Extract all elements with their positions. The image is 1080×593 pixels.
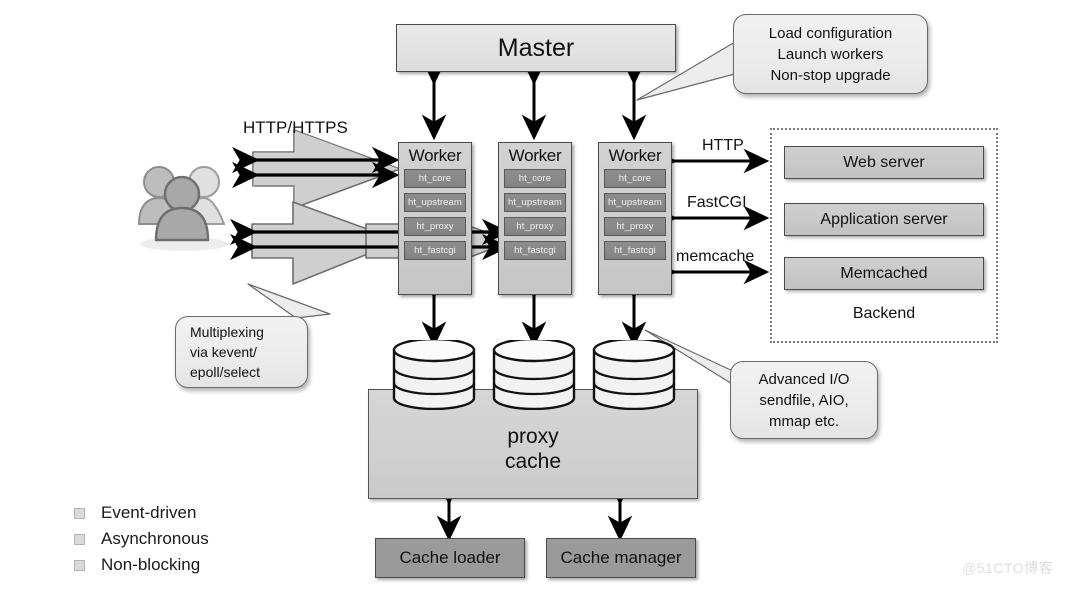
backend-web-server-label: Web server <box>843 153 925 171</box>
module-ht-proxy[interactable]: ht_proxy <box>604 217 666 236</box>
users-icon <box>137 166 228 251</box>
square-bullet-icon <box>74 533 85 545</box>
database-cylinder-icon <box>492 340 576 410</box>
database-cylinder-icon <box>592 340 676 410</box>
proxy-cache-label-line-2: cache <box>504 450 562 473</box>
multiplexing-callout-line-2: via kevent/ <box>190 344 257 360</box>
feature-item-event-driven: Event-driven <box>74 500 209 526</box>
worker-2-modules: ht_core ht_upstream ht_proxy ht_fastcgi <box>499 169 571 260</box>
client-worker-flow-top <box>252 129 403 210</box>
master-label: Master <box>497 33 575 62</box>
callout-mux-tail <box>247 283 331 319</box>
worker-process-3[interactable]: Worker ht_core ht_upstream ht_proxy ht_f… <box>598 142 672 295</box>
protocol-label-fastcgi: FastCGI <box>687 194 747 211</box>
diagram-canvas: Master Load configuration Launch workers… <box>0 0 1080 593</box>
feature-list: Event-driven Asynchronous Non-blocking <box>74 500 209 578</box>
protocol-label-http: HTTP <box>702 137 744 154</box>
cache-loader-box[interactable]: Cache loader <box>375 538 525 578</box>
client-worker-flow-bottom <box>251 201 513 285</box>
master-process-box[interactable]: Master <box>396 24 676 72</box>
cache-loader-label: Cache loader <box>399 548 501 567</box>
backend-application-server[interactable]: Application server <box>784 203 984 236</box>
protocol-label-memcache: memcache <box>676 248 755 265</box>
master-callout-line-1: Load configuration <box>768 24 893 42</box>
backend-web-server[interactable]: Web server <box>784 146 984 179</box>
module-ht-fastcgi[interactable]: ht_fastcgi <box>604 241 666 260</box>
module-ht-core[interactable]: ht_core <box>404 169 466 188</box>
module-ht-fastcgi[interactable]: ht_fastcgi <box>404 241 466 260</box>
feature-label: Non-blocking <box>101 555 201 574</box>
advanced-io-callout-line-1: Advanced I/O <box>758 370 850 388</box>
master-callout: Load configuration Launch workers Non-st… <box>733 14 928 94</box>
master-callout-line-3: Non-stop upgrade <box>770 66 891 84</box>
worker-2-title: Worker <box>508 146 562 165</box>
master-callout-line-2: Launch workers <box>777 45 884 63</box>
backend-memcached[interactable]: Memcached <box>784 257 984 290</box>
multiplexing-callout: Multiplexing via kevent/ epoll/select <box>175 316 308 388</box>
module-ht-fastcgi[interactable]: ht_fastcgi <box>504 241 566 260</box>
cache-disks-group <box>392 340 676 410</box>
module-ht-core[interactable]: ht_core <box>604 169 666 188</box>
backend-memcached-label: Memcached <box>840 264 928 282</box>
proxy-cache-label-line-1: proxy <box>507 425 559 448</box>
feature-item-asynchronous: Asynchronous <box>74 526 209 552</box>
database-cylinder-icon <box>392 340 476 410</box>
worker-3-modules: ht_core ht_upstream ht_proxy ht_fastcgi <box>599 169 671 260</box>
worker-process-1[interactable]: Worker ht_core ht_upstream ht_proxy ht_f… <box>398 142 472 295</box>
cache-manager-label: Cache manager <box>560 548 682 567</box>
advanced-io-callout: Advanced I/O sendfile, AIO, mmap etc. <box>730 361 878 439</box>
module-ht-upstream[interactable]: ht_upstream <box>404 193 466 212</box>
client-protocol-label: HTTP/HTTPS <box>243 118 348 137</box>
proxy-cache-label-group: proxy cache <box>368 424 698 474</box>
cache-manager-box[interactable]: Cache manager <box>546 538 696 578</box>
advanced-io-callout-line-2: sendfile, AIO, <box>759 391 849 409</box>
multiplexing-callout-line-1: Multiplexing <box>190 324 264 340</box>
watermark: @51CTO博客 <box>962 560 1054 576</box>
advanced-io-callout-line-3: mmap etc. <box>768 412 840 430</box>
backend-application-server-label: Application server <box>820 210 948 228</box>
feature-label: Event-driven <box>101 503 197 522</box>
module-ht-proxy[interactable]: ht_proxy <box>404 217 466 236</box>
worker-1-modules: ht_core ht_upstream ht_proxy ht_fastcgi <box>399 169 471 260</box>
square-bullet-icon <box>74 507 85 519</box>
multiplexing-callout-line-3: epoll/select <box>190 364 261 380</box>
worker-1-title: Worker <box>408 146 462 165</box>
backend-panel: Web server Application server Memcached … <box>770 128 998 343</box>
square-bullet-icon <box>74 559 85 571</box>
feature-label: Asynchronous <box>101 529 209 548</box>
module-ht-upstream[interactable]: ht_upstream <box>604 193 666 212</box>
worker-process-2[interactable]: Worker ht_core ht_upstream ht_proxy ht_f… <box>498 142 572 295</box>
feature-item-non-blocking: Non-blocking <box>74 552 209 578</box>
backend-group-label: Backend <box>852 305 916 322</box>
module-ht-proxy[interactable]: ht_proxy <box>504 217 566 236</box>
worker-3-title: Worker <box>608 146 662 165</box>
module-ht-upstream[interactable]: ht_upstream <box>504 193 566 212</box>
module-ht-core[interactable]: ht_core <box>504 169 566 188</box>
